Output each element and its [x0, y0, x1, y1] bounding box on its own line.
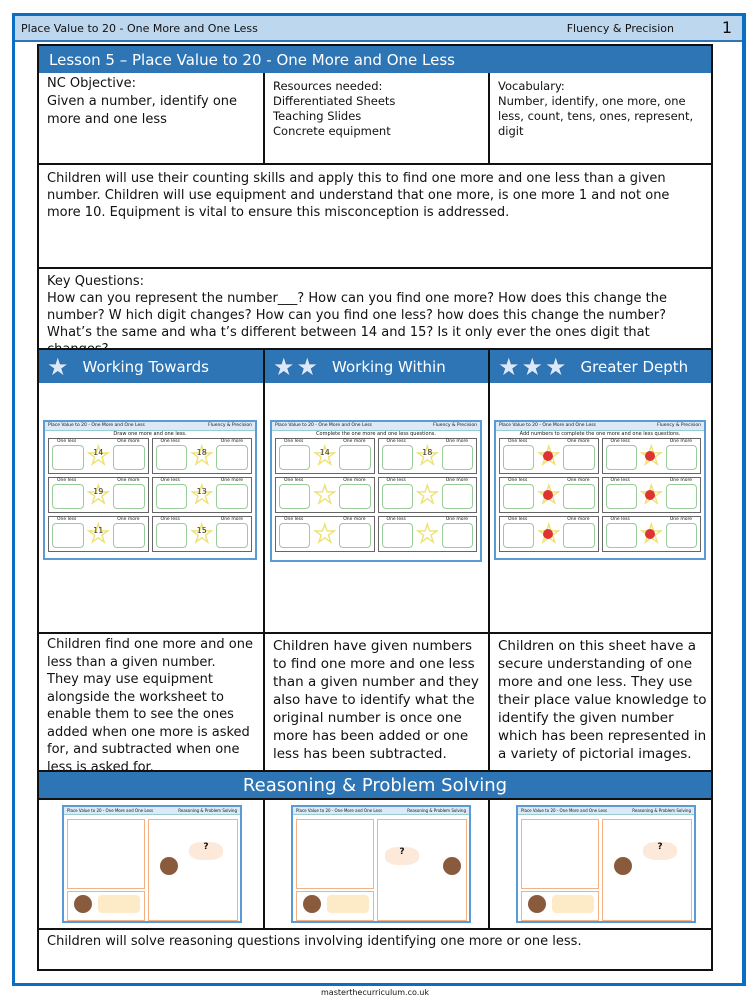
worksheet-question: One lessOne more☆ [601, 516, 701, 552]
star-icon: ★ [521, 352, 544, 381]
resource-item: Concrete equipment [273, 124, 391, 138]
star-icon: ★ [498, 352, 520, 381]
key-questions-text: How can you represent the number___? How… [47, 291, 667, 357]
vocabulary-text: Number, identify, one more, one less, co… [498, 94, 694, 138]
key-questions-label: Key Questions: [47, 274, 144, 289]
worksheet-title: Add numbers to complete the one more and… [519, 431, 681, 437]
thought-bubble: ? [189, 842, 223, 860]
level-working-towards: ★ Working Towards [39, 350, 265, 383]
level-label: Working Within [332, 357, 446, 376]
page-header-section: Fluency & Precision [566, 22, 674, 35]
worksheet-question: One lessOne more☆ [377, 516, 477, 552]
child-illustration [614, 857, 632, 875]
star-icon: ★ [47, 352, 69, 381]
worksheet-thumbnail-working-within[interactable]: Place Value to 20 - One More and One Les… [270, 420, 482, 562]
lesson-table: Lesson 5 – Place Value to 20 - One More … [37, 44, 713, 971]
reasoning-thumbnail-1[interactable]: Place Value to 20 - One More and One Les… [62, 805, 242, 923]
resource-item: Differentiated Sheets [273, 94, 396, 108]
star-icon: ★ [273, 352, 295, 381]
worksheet-question: One lessOne more☆ [377, 477, 477, 513]
level-label: Working Towards [82, 357, 209, 376]
worksheet-question: One less One more ☆ 15 [151, 516, 252, 552]
reasoning-thumbnail-3[interactable]: Place Value to 20 - One More and One Les… [516, 805, 696, 923]
worksheet-thumbnail-working-towards[interactable]: Place Value to 20 - One More and One Les… [43, 420, 257, 560]
resource-item: Teaching Slides [273, 109, 362, 123]
thought-bubble: ? [643, 842, 677, 860]
worksheet-question: One lessOne more☆ [499, 516, 599, 552]
worksheet-thumbnail-greater-depth[interactable]: Place Value to 20 - One More and One Les… [494, 420, 706, 560]
worksheet-title: Draw one more and one less. [113, 431, 187, 437]
worksheet-question: One lessOne more☆ [601, 477, 701, 513]
vocabulary-label: Vocabulary: [498, 79, 565, 93]
child-illustration [160, 857, 178, 875]
level-greater-depth: ★ ★ ★ Greater Depth [490, 350, 713, 383]
child-illustration [303, 895, 321, 913]
level-label: Greater Depth [580, 357, 689, 376]
footer-url: masterthecurriculum.co.uk [321, 988, 429, 997]
page-header-title: Place Value to 20 - One More and One Les… [21, 22, 258, 35]
worksheet-question: One less One more ☆ 19 [48, 477, 149, 513]
reasoning-title: Reasoning & Problem Solving [39, 770, 711, 800]
objective-cell: NC Objective: Given a number, identify o… [39, 73, 265, 165]
resources-label: Resources needed: [273, 79, 383, 93]
page-number: 1 [721, 18, 732, 37]
worksheet-question: One lessOne more☆ [601, 438, 701, 474]
star-icon: ★ [545, 352, 567, 381]
resources-cell: Resources needed: Differentiated Sheets … [265, 73, 490, 165]
reasoning-thumbnail-2[interactable]: Place Value to 20 - One More and One Les… [291, 805, 471, 923]
greater-depth-description: Children on this sheet have a secure und… [498, 638, 707, 762]
child-illustration [74, 895, 92, 913]
worksheet-question: One less One more ☆ 18 [151, 438, 252, 474]
worksheet-question: One less One more ☆ 14 [275, 438, 375, 474]
lesson-title: Lesson 5 – Place Value to 20 - One More … [39, 46, 711, 73]
child-illustration [443, 857, 461, 875]
worksheet-question: One less One more ☆ 13 [151, 477, 252, 513]
page-header: Place Value to 20 - One More and One Les… [15, 16, 742, 42]
level-working-within: ★ ★ Working Within [265, 350, 490, 383]
vocabulary-cell: Vocabulary: Number, identify, one more, … [490, 73, 713, 165]
star-icon: ★ [296, 352, 319, 381]
key-questions-cell: Key Questions: How can you represent the… [39, 269, 713, 357]
working-towards-description: Children find one more and one less than… [47, 637, 253, 775]
working-within-description: Children have given numbers to find one … [273, 638, 479, 762]
worksheet-title: Complete the one more and one less quest… [316, 431, 436, 437]
worksheet-question: One less One more ☆ 14 [48, 438, 149, 474]
child-illustration [528, 895, 546, 913]
worksheet-question: One lessOne more☆ [275, 477, 375, 513]
worksheet-question: One lessOne more☆ [499, 438, 599, 474]
worksheet-question: One less One more ☆ 11 [48, 516, 149, 552]
worksheet-question: One less One more ☆ 18 [377, 438, 477, 474]
worksheet-question: One lessOne more☆ [275, 516, 375, 552]
objective-label: NC Objective: [47, 76, 136, 91]
objective-text: Given a number, identify one more and on… [47, 94, 238, 127]
thought-bubble: ? [385, 847, 419, 865]
worksheet-question: One lessOne more☆ [499, 477, 599, 513]
levels-header: ★ Working Towards ★ ★ Working Within ★ ★ ★ … [39, 350, 711, 383]
lesson-summary: Children will use their counting skills … [39, 165, 713, 269]
reasoning-summary: Children will solve reasoning questions … [47, 934, 582, 949]
